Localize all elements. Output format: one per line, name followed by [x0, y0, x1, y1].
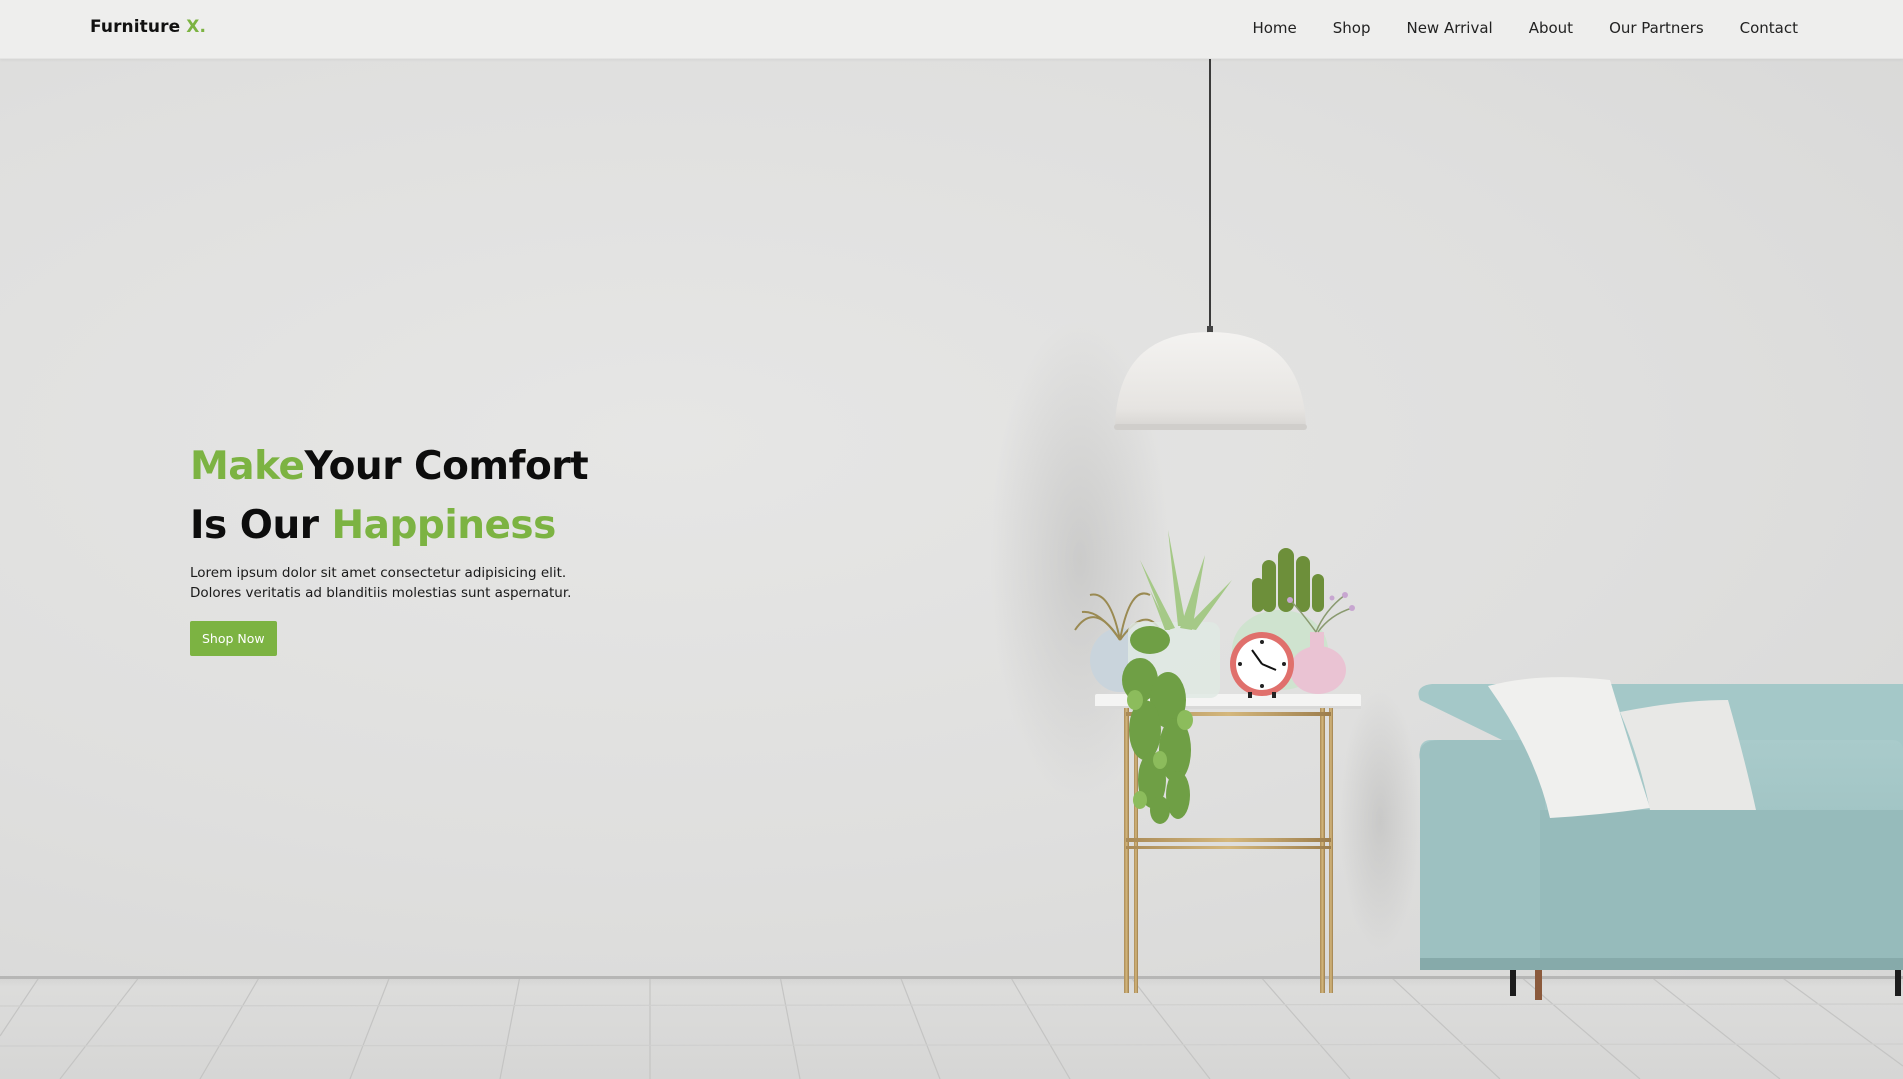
- hero-section: MakeYour Comfort Is Our Happiness Lorem …: [190, 437, 750, 656]
- hero-title-line2-start: Is Our: [190, 503, 332, 548]
- nav-links: Home Shop New Arrival About Our Partners…: [1252, 19, 1798, 37]
- hero-description: Lorem ipsum dolor sit amet consectetur a…: [190, 563, 610, 603]
- nav-link-home[interactable]: Home: [1252, 19, 1296, 37]
- nav-link-contact[interactable]: Contact: [1740, 19, 1798, 37]
- nav-link-our-partners[interactable]: Our Partners: [1609, 19, 1704, 37]
- hero-title-accent-2: Happiness: [331, 503, 557, 548]
- brand-logo[interactable]: Furniture X.: [90, 17, 206, 37]
- hero-description-line-1: Lorem ipsum dolor sit amet consectetur a…: [190, 565, 567, 581]
- pendant-lamp: [1114, 58, 1307, 430]
- page: Furniture X. Home Shop New Arrival About…: [0, 0, 1903, 1079]
- sofa-shadow: [1340, 690, 1420, 950]
- nav-link-shop[interactable]: Shop: [1333, 19, 1371, 37]
- hero-description-line-2: Dolores veritatis ad blanditiis molestia…: [190, 585, 572, 601]
- top-navbar: Furniture X. Home Shop New Arrival About…: [0, 0, 1903, 59]
- nav-link-about[interactable]: About: [1529, 19, 1573, 37]
- hero-title-line1-rest: Your Comfort: [304, 444, 589, 489]
- brand-accent: X.: [186, 17, 207, 37]
- brand-name: Furniture: [90, 17, 181, 37]
- hero-title: MakeYour Comfort Is Our Happiness: [190, 437, 750, 555]
- shop-now-button[interactable]: Shop Now: [190, 621, 277, 656]
- nav-link-new-arrival[interactable]: New Arrival: [1406, 19, 1492, 37]
- hero-title-accent-1: Make: [190, 444, 305, 489]
